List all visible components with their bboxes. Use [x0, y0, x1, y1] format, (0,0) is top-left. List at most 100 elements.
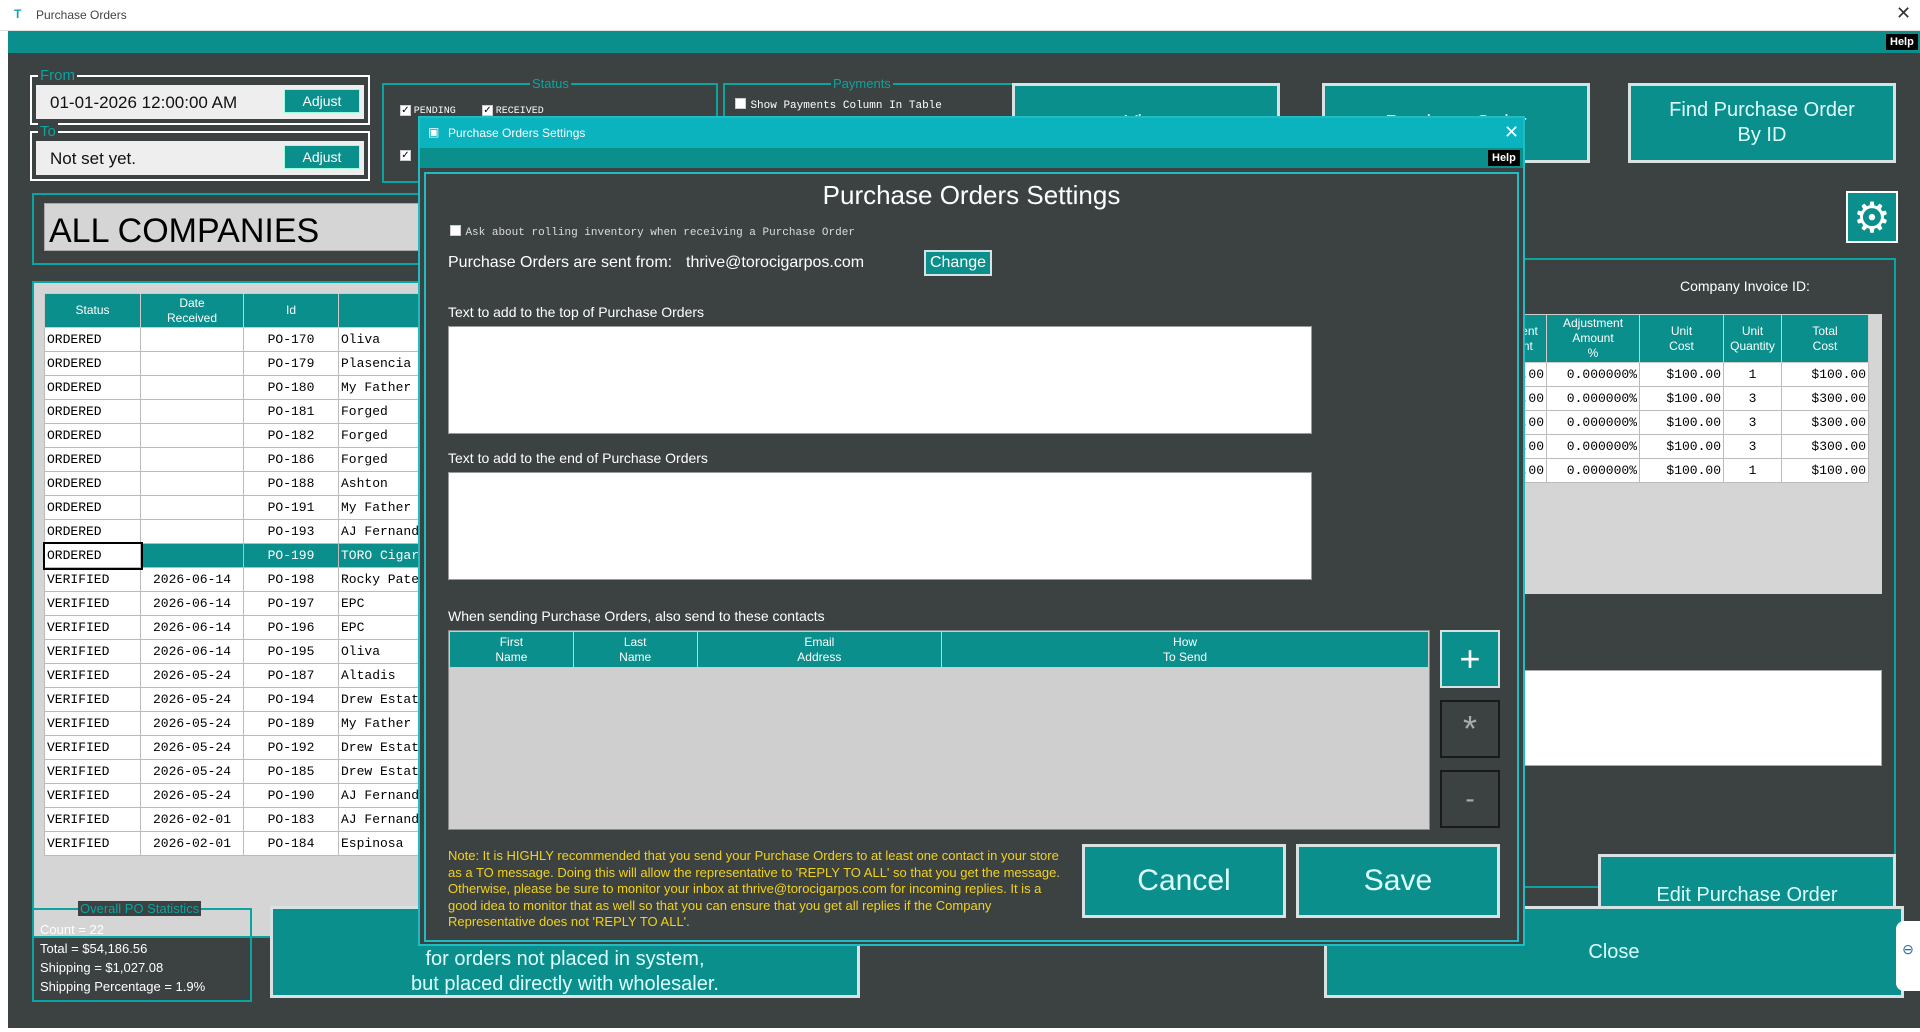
table-row[interactable]: ORDERED PO-180 My Father — [44, 375, 429, 400]
row-status: ORDERED — [44, 327, 141, 352]
add-contact-button[interactable]: + — [1440, 630, 1500, 688]
col-email-address[interactable]: Email Address — [696, 631, 943, 668]
stats-count: Count = 22 — [40, 922, 104, 937]
detail-table-wrap: ment unt Adjustment Amount % Unit Cost U… — [1501, 314, 1882, 594]
row-date: 2026-02-01 — [140, 807, 244, 832]
detail-cell: 0.000000% — [1546, 410, 1641, 435]
col-first-name[interactable]: First Name — [449, 631, 574, 668]
table-row[interactable]: ORDERED PO-199 TORO Cigar — [42, 541, 429, 570]
col-last-name[interactable]: Last Name — [572, 631, 698, 668]
settings-gear-icon[interactable]: ⚙ — [1846, 191, 1898, 243]
row-company: My Father — [338, 375, 429, 400]
col-unit-quantity[interactable]: Unit Quantity — [1723, 314, 1783, 363]
remove-contact-button[interactable]: - — [1440, 770, 1500, 828]
table-row[interactable]: $0.000.000000%$100.003$300.00 — [1501, 386, 1870, 411]
detail-cell: $100.00 — [1639, 434, 1725, 459]
table-row[interactable]: ORDERED PO-188 Ashton — [44, 471, 429, 496]
from-panel: From 01-01-2026 12:00:00 AM Adjust — [30, 67, 370, 125]
dialog-close-icon[interactable]: ✕ — [1504, 122, 1519, 143]
find-po-button[interactable]: Find Purchase Order By ID — [1628, 83, 1896, 163]
to-label: To — [38, 123, 58, 140]
row-company: AJ Fernand — [338, 807, 429, 832]
save-button[interactable]: Save — [1296, 844, 1500, 918]
row-id: PO-190 — [243, 783, 339, 808]
rolling-inventory-option[interactable]: Ask about rolling inventory when receivi… — [450, 222, 855, 240]
table-row[interactable]: VERIFIED 2026-05-24 PO-190 AJ Fernand — [44, 783, 429, 808]
col-total-cost[interactable]: Total Cost — [1781, 314, 1870, 363]
row-company: AJ Fernand — [338, 519, 429, 544]
table-row[interactable]: ORDERED PO-182 Forged — [44, 423, 429, 448]
table-row[interactable]: $0.000.000000%$100.003$300.00 — [1501, 434, 1870, 459]
table-row[interactable]: ORDERED PO-170 Oliva — [44, 327, 429, 352]
table-row[interactable]: VERIFIED 2026-05-24 PO-185 Drew Estat — [44, 759, 429, 784]
show-payments-checkbox[interactable] — [735, 98, 746, 110]
cancel-button[interactable]: Cancel — [1082, 844, 1286, 918]
side-tab-icon[interactable]: ⊖ — [1896, 921, 1920, 991]
row-company: Drew Estat — [338, 735, 429, 760]
row-date: 2026-06-14 — [140, 567, 244, 592]
col-how-to-send[interactable]: How To Send — [941, 631, 1429, 668]
edit-contact-button[interactable]: * — [1440, 700, 1500, 758]
table-row[interactable]: $0.000.000000%$100.001$100.00 — [1501, 458, 1870, 483]
row-status: VERIFIED — [44, 735, 141, 760]
table-row[interactable]: $0.000.000000%$100.001$100.00 — [1501, 362, 1870, 387]
row-status: ORDERED — [44, 351, 141, 376]
row-status: ORDERED — [44, 471, 141, 496]
row-id: PO-170 — [243, 327, 339, 352]
status-extra-checkbox[interactable] — [400, 150, 411, 162]
rolling-inventory-checkbox[interactable] — [450, 225, 461, 237]
table-row[interactable]: VERIFIED 2026-06-14 PO-195 Oliva — [44, 639, 429, 664]
table-row[interactable]: VERIFIED 2026-05-24 PO-189 My Father — [44, 711, 429, 736]
row-company: Forged — [338, 423, 429, 448]
pending-checkbox[interactable] — [400, 105, 411, 116]
table-row[interactable]: ORDERED PO-181 Forged — [44, 399, 429, 424]
table-row[interactable]: VERIFIED 2026-06-14 PO-197 EPC — [44, 591, 429, 616]
col-company[interactable] — [338, 293, 429, 328]
table-row[interactable]: VERIFIED 2026-02-01 PO-184 Espinosa — [44, 831, 429, 856]
company-selector[interactable]: ALL COMPANIES — [44, 203, 424, 251]
table-row[interactable]: VERIFIED 2026-05-24 PO-194 Drew Estat — [44, 687, 429, 712]
dialog-help-button[interactable]: Help — [1488, 150, 1520, 166]
row-company: Espinosa — [338, 831, 429, 856]
table-row[interactable]: VERIFIED 2026-06-14 PO-196 EPC — [44, 615, 429, 640]
row-status: ORDERED — [44, 447, 141, 472]
table-row[interactable]: VERIFIED 2026-06-14 PO-198 Rocky Pate — [44, 567, 429, 592]
table-row[interactable]: VERIFIED 2026-02-01 PO-183 AJ Fernand — [44, 807, 429, 832]
table-row[interactable]: ORDERED PO-191 My Father — [44, 495, 429, 520]
row-id: PO-179 — [243, 351, 339, 376]
status-extra[interactable] — [400, 147, 411, 165]
col-adjustment-pct[interactable]: Adjustment Amount % — [1546, 314, 1641, 363]
received-checkbox[interactable] — [482, 105, 493, 116]
row-status: VERIFIED — [44, 831, 141, 856]
row-status: VERIFIED — [44, 783, 141, 808]
show-payments-option[interactable]: Show Payments Column In Table — [735, 95, 942, 113]
window-close-icon[interactable]: ✕ — [1896, 3, 1911, 24]
table-row[interactable]: $0.000.000000%$100.003$300.00 — [1501, 410, 1870, 435]
to-adjust-button[interactable]: Adjust — [284, 145, 360, 169]
table-row[interactable]: VERIFIED 2026-05-24 PO-187 Altadis — [44, 663, 429, 688]
detail-table: ment unt Adjustment Amount % Unit Cost U… — [1501, 314, 1870, 483]
status-legend: Status — [530, 76, 571, 91]
end-text-input[interactable] — [448, 472, 1312, 580]
help-button[interactable]: Help — [1886, 34, 1918, 50]
table-row[interactable]: ORDERED PO-193 AJ Fernand — [44, 519, 429, 544]
detail-cell: $300.00 — [1781, 434, 1870, 459]
table-row[interactable]: VERIFIED 2026-05-24 PO-192 Drew Estat — [44, 735, 429, 760]
col-id[interactable]: Id — [243, 293, 339, 328]
row-status: ORDERED — [44, 399, 141, 424]
table-row[interactable]: ORDERED PO-186 Forged — [44, 447, 429, 472]
detail-cell: 0.000000% — [1546, 458, 1641, 483]
table-row[interactable]: ORDERED PO-179 Plasencia — [44, 351, 429, 376]
col-date-received[interactable]: Date Received — [140, 293, 244, 328]
change-email-button[interactable]: Change — [924, 250, 992, 276]
col-status[interactable]: Status — [44, 293, 141, 328]
row-company: TORO Cigar — [338, 543, 429, 568]
row-status: VERIFIED — [44, 807, 141, 832]
detail-notes-box[interactable] — [1502, 670, 1882, 766]
top-text-input[interactable] — [448, 326, 1312, 434]
po-table: Status Date Received Id ORDERED PO-170 Oli… — [42, 293, 429, 856]
from-adjust-button[interactable]: Adjust — [284, 89, 360, 113]
col-unit-cost[interactable]: Unit Cost — [1639, 314, 1725, 363]
end-text-label: Text to add to the end of Purchase Order… — [448, 450, 708, 466]
detail-cell: $100.00 — [1781, 458, 1870, 483]
